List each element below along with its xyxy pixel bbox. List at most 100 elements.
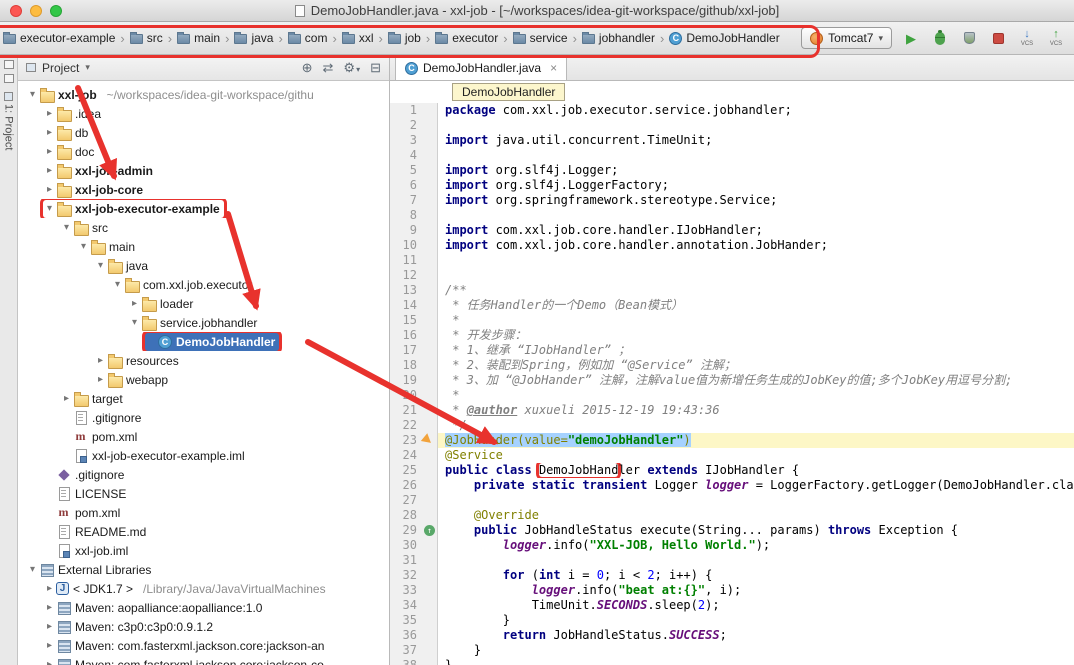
breadcrumb-item[interactable]: xxl	[341, 29, 375, 47]
tree-row[interactable]: ▸resources	[18, 351, 389, 370]
line-number[interactable]: 35	[390, 613, 422, 628]
line-number[interactable]: 9	[390, 223, 422, 238]
breadcrumb-item[interactable]: jobhandler	[581, 29, 656, 47]
locate-file-icon[interactable]: ⊕	[302, 60, 313, 76]
code-line[interactable]: 26 private static transient Logger logge…	[390, 478, 1074, 493]
code-line[interactable]: 7import org.springframework.stereotype.S…	[390, 193, 1074, 208]
breadcrumb-item[interactable]: job	[387, 29, 422, 47]
tree-row[interactable]: ▸xxl-job-core	[18, 180, 389, 199]
tree-row[interactable]: ▸.idea	[18, 104, 389, 123]
line-number[interactable]: 27	[390, 493, 422, 508]
code-line[interactable]: 15 *	[390, 313, 1074, 328]
code-line[interactable]: 34 TimeUnit.SECONDS.sleep(2);	[390, 598, 1074, 613]
run-configuration-select[interactable]: Tomcat7	[801, 27, 892, 49]
code-line[interactable]: 24@Service	[390, 448, 1074, 463]
breadcrumb-item[interactable]: src	[129, 29, 164, 47]
code-line[interactable]: 2	[390, 118, 1074, 133]
code-line[interactable]: 1package com.xxl.job.executor.service.jo…	[390, 103, 1074, 118]
line-number[interactable]: 31	[390, 553, 422, 568]
breadcrumb-item[interactable]: java	[233, 29, 274, 47]
line-number[interactable]: 17	[390, 343, 422, 358]
line-number[interactable]: 4	[390, 148, 422, 163]
tree-expanded-arrow[interactable]: ▾	[128, 317, 141, 328]
tree-collapsed-arrow[interactable]: ▸	[43, 165, 56, 176]
tree-collapsed-arrow[interactable]: ▸	[43, 108, 56, 119]
code-line[interactable]: 20 *	[390, 388, 1074, 403]
line-number[interactable]: 6	[390, 178, 422, 193]
tree-row[interactable]: LICENSE	[18, 484, 389, 503]
tree-row[interactable]: README.md	[18, 522, 389, 541]
code-line[interactable]: 38}	[390, 658, 1074, 665]
line-number[interactable]: 38	[390, 658, 422, 665]
breadcrumb-item[interactable]: service	[512, 29, 569, 47]
tree-row[interactable]: ▸target	[18, 389, 389, 408]
line-number[interactable]: 14	[390, 298, 422, 313]
tree-row[interactable]: ▾service.jobhandler	[18, 313, 389, 332]
line-number[interactable]: 32	[390, 568, 422, 583]
code-line[interactable]: 18 * 2、装配到Spring，例如加 “@Service” 注解；	[390, 358, 1074, 373]
tool-window-icon[interactable]	[4, 74, 14, 83]
code-line[interactable]: 8	[390, 208, 1074, 223]
tree-row[interactable]: ▸Maven: com.fasterxml.jackson.core:jacks…	[18, 655, 389, 665]
tree-row[interactable]: .gitignore	[18, 408, 389, 427]
tree-collapsed-arrow[interactable]: ▸	[43, 127, 56, 138]
tree-row[interactable]: ▾External Libraries	[18, 560, 389, 579]
tree-row[interactable]: pom.xml	[18, 427, 389, 446]
line-number[interactable]: 26	[390, 478, 422, 493]
project-tool-button[interactable]: 1: Project	[3, 92, 15, 150]
code-line[interactable]: 35 }	[390, 613, 1074, 628]
collapse-all-icon[interactable]: ⊟	[370, 60, 381, 76]
code-line[interactable]: 14 * 任务Handler的一个Demo（Bean模式）	[390, 298, 1074, 313]
tree-row[interactable]: xxl-job.iml	[18, 541, 389, 560]
breadcrumb-item[interactable]: DemoJobHandler	[668, 29, 780, 47]
coverage-button[interactable]	[959, 28, 979, 48]
tree-expanded-arrow[interactable]: ▾	[60, 222, 73, 233]
tree-collapsed-arrow[interactable]: ▸	[43, 146, 56, 157]
line-number[interactable]: 10	[390, 238, 422, 253]
tree-row[interactable]: .gitignore	[18, 465, 389, 484]
tree-expanded-arrow[interactable]: ▾	[26, 89, 39, 100]
tree-row[interactable]: ▸doc	[18, 142, 389, 161]
debug-button[interactable]	[930, 28, 950, 48]
line-number[interactable]: 29	[390, 523, 422, 538]
code-line[interactable]: 4	[390, 148, 1074, 163]
tree-collapsed-arrow[interactable]: ▸	[43, 659, 56, 665]
tree-row[interactable]: ▾xxl-job-executor-example	[18, 199, 389, 218]
tree-expanded-arrow[interactable]: ▾	[111, 279, 124, 290]
tree-row[interactable]: DemoJobHandler	[18, 332, 389, 351]
tree-row[interactable]: xxl-job-executor-example.iml	[18, 446, 389, 465]
tree-row[interactable]: ▸< JDK1.7 >/Library/Java/JavaVirtualMach…	[18, 579, 389, 598]
tree-expanded-arrow[interactable]: ▾	[26, 564, 39, 575]
tree-collapsed-arrow[interactable]: ▸	[94, 355, 107, 366]
line-number[interactable]: 16	[390, 328, 422, 343]
tree-row[interactable]: ▾main	[18, 237, 389, 256]
tree-row[interactable]: ▾java	[18, 256, 389, 275]
code-line[interactable]: 30 logger.info("XXL-JOB, Hello World.");	[390, 538, 1074, 553]
code-line[interactable]: 13/**	[390, 283, 1074, 298]
code-line[interactable]: 22 */	[390, 418, 1074, 433]
tree-row[interactable]: ▸Maven: aopalliance:aopalliance:1.0	[18, 598, 389, 617]
tree-row[interactable]: ▸Maven: com.fasterxml.jackson.core:jacks…	[18, 636, 389, 655]
code-line[interactable]: 9import com.xxl.job.core.handler.IJobHan…	[390, 223, 1074, 238]
code-line[interactable]: 16 * 开发步骤：	[390, 328, 1074, 343]
code-line[interactable]: 12	[390, 268, 1074, 283]
tree-expanded-arrow[interactable]: ▾	[77, 241, 90, 252]
editor-breadcrumb-item[interactable]: DemoJobHandler	[452, 83, 565, 101]
line-number[interactable]: 8	[390, 208, 422, 223]
line-number[interactable]: 12	[390, 268, 422, 283]
tool-window-icon[interactable]	[4, 60, 14, 69]
tree-collapsed-arrow[interactable]: ▸	[43, 640, 56, 651]
line-number[interactable]: 3	[390, 133, 422, 148]
breadcrumb-item[interactable]: com	[287, 29, 329, 47]
line-number[interactable]: 25	[390, 463, 422, 478]
line-number[interactable]: 5	[390, 163, 422, 178]
code-line[interactable]: 37 }	[390, 643, 1074, 658]
code-line[interactable]: 32 for (int i = 0; i < 2; i++) {	[390, 568, 1074, 583]
code-line[interactable]: 25public class DemoJobHandler extends IJ…	[390, 463, 1074, 478]
close-tab-icon[interactable]	[550, 62, 557, 74]
minimize-window-button[interactable]	[30, 5, 42, 17]
code-line[interactable]: 33 logger.info("beat at:{}", i);	[390, 583, 1074, 598]
tree-row[interactable]: ▾src	[18, 218, 389, 237]
vcs-commit-button[interactable]: ↑VCS	[1046, 29, 1066, 47]
tree-collapsed-arrow[interactable]: ▸	[43, 184, 56, 195]
